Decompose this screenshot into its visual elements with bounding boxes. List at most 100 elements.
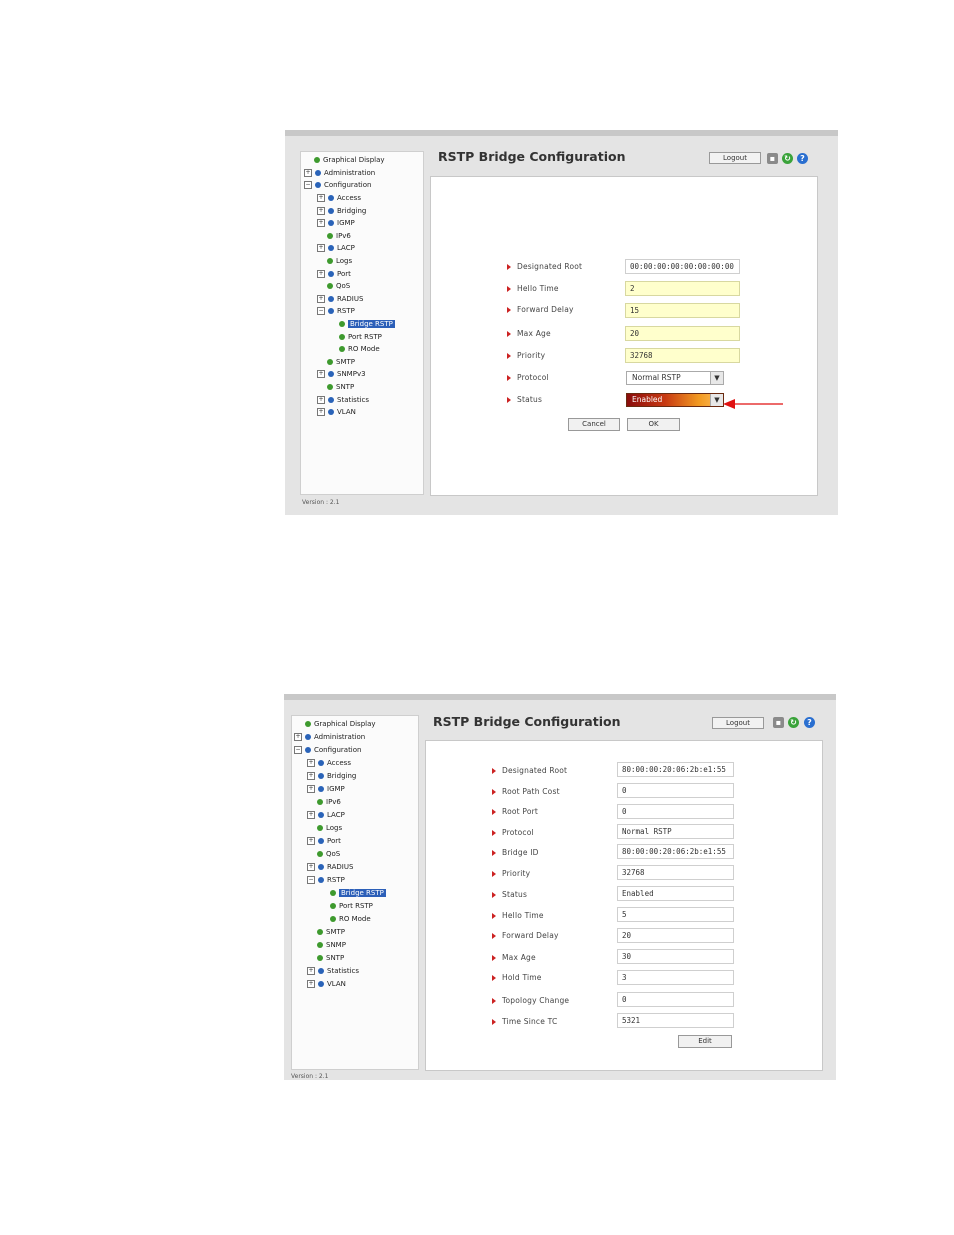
tree-item-vlan[interactable]: + VLAN (307, 978, 346, 990)
info-row-label: Forward Delay (492, 931, 559, 940)
expand-plus-icon[interactable]: + (307, 811, 315, 819)
bullet-icon (315, 170, 321, 176)
tree-item-bridging[interactable]: + Bridging (307, 770, 356, 782)
tree-item-sntp[interactable]: SNTP (327, 381, 354, 393)
collapse-minus-icon[interactable]: − (317, 307, 325, 315)
expand-plus-icon[interactable]: + (307, 863, 315, 871)
tree-item-sntp[interactable]: SNTP (317, 952, 344, 964)
tree-item-smtp[interactable]: SMTP (317, 926, 345, 938)
status-label: Status (507, 395, 542, 404)
collapse-minus-icon[interactable]: − (307, 876, 315, 884)
tree-item-radius[interactable]: + RADIUS (307, 861, 353, 873)
expand-plus-icon[interactable]: + (304, 169, 312, 177)
tree-item-smtp[interactable]: SMTP (327, 356, 355, 368)
tree-item-port[interactable]: + Port (317, 268, 351, 280)
tree-item-ro-mode[interactable]: RO Mode (339, 343, 380, 355)
tree-item-ro-mode[interactable]: RO Mode (330, 913, 371, 925)
bullet-arrow-icon (507, 353, 511, 359)
expand-plus-icon[interactable]: + (317, 370, 325, 378)
tree-item-bridge-rstp[interactable]: Bridge RSTP (330, 887, 386, 899)
page-title: RSTP Bridge Configuration (433, 714, 621, 729)
bullet-icon (327, 233, 333, 239)
expand-plus-icon[interactable]: + (317, 396, 325, 404)
chevron-down-icon[interactable]: ▼ (710, 394, 723, 406)
bullet-arrow-icon (492, 975, 496, 981)
expand-plus-icon[interactable]: + (307, 837, 315, 845)
bullet-arrow-icon (507, 286, 511, 292)
bullet-icon (328, 271, 334, 277)
logout-button[interactable]: Logout (712, 717, 764, 729)
expand-plus-icon[interactable]: + (317, 295, 325, 303)
expand-plus-icon[interactable]: + (317, 244, 325, 252)
protocol-select[interactable]: Normal RSTP ▼ (626, 371, 724, 385)
tree-item-igmp[interactable]: + IGMP (317, 217, 355, 229)
tree-item-snmp[interactable]: SNMP (317, 939, 346, 951)
tree-item-statistics[interactable]: + Statistics (307, 965, 359, 977)
tree-item-graphical-display[interactable]: Graphical Display (305, 718, 376, 730)
priority-input[interactable]: 32768 (625, 348, 740, 363)
collapse-minus-icon[interactable]: − (294, 746, 302, 754)
expand-plus-icon[interactable]: + (307, 980, 315, 988)
tree-item-configuration[interactable]: − Configuration (294, 744, 361, 756)
bullet-icon (328, 397, 334, 403)
tree-item-bridging[interactable]: + Bridging (317, 205, 366, 217)
expand-plus-icon[interactable]: + (307, 759, 315, 767)
chevron-down-icon[interactable]: ▼ (710, 372, 723, 384)
bullet-icon (318, 968, 324, 974)
max-age-input[interactable]: 20 (625, 326, 740, 341)
bullet-icon (318, 786, 324, 792)
hello-time-input[interactable]: 2 (625, 281, 740, 296)
tree-item-port-rstp[interactable]: Port RSTP (339, 331, 382, 343)
tree-item-ipv6[interactable]: IPv6 (317, 796, 341, 808)
tree-item-graphical-display[interactable]: Graphical Display (314, 154, 385, 166)
tree-item-access[interactable]: + Access (317, 192, 361, 204)
bullet-icon (317, 799, 323, 805)
tree-item-administration[interactable]: + Administration (294, 731, 365, 743)
tree-item-administration[interactable]: + Administration (304, 167, 375, 179)
expand-plus-icon[interactable]: + (294, 733, 302, 741)
tree-item-bridge-rstp[interactable]: Bridge RSTP (339, 318, 395, 330)
tree-item-ipv6[interactable]: IPv6 (327, 230, 351, 242)
tree-item-logs[interactable]: Logs (327, 255, 352, 267)
collapse-minus-icon[interactable]: − (304, 181, 312, 189)
tree-item-port-rstp[interactable]: Port RSTP (330, 900, 373, 912)
tree-item-statistics[interactable]: + Statistics (317, 394, 369, 406)
help-icon[interactable]: ? (797, 153, 808, 164)
save-icon[interactable]: ▪ (773, 717, 784, 728)
refresh-icon[interactable]: ↻ (788, 717, 799, 728)
save-icon[interactable]: ▪ (767, 153, 778, 164)
forward-delay-input[interactable]: 15 (625, 303, 740, 318)
edit-button[interactable]: Edit (678, 1035, 732, 1048)
tree-item-rstp[interactable]: − RSTP (317, 305, 355, 317)
expand-plus-icon[interactable]: + (307, 967, 315, 975)
tree-item-configuration[interactable]: − Configuration (304, 179, 371, 191)
info-row-label: Root Port (492, 807, 538, 816)
page-title: RSTP Bridge Configuration (438, 149, 626, 164)
logout-button[interactable]: Logout (709, 152, 761, 164)
status-select[interactable]: Enabled ▼ (626, 393, 724, 407)
tree-item-qos[interactable]: QoS (327, 280, 350, 292)
tree-item-snmpv3[interactable]: + SNMPv3 (317, 368, 366, 380)
tree-item-radius[interactable]: + RADIUS (317, 293, 363, 305)
ok-button[interactable]: OK (627, 418, 680, 431)
expand-plus-icon[interactable]: + (317, 270, 325, 278)
cancel-button[interactable]: Cancel (568, 418, 620, 431)
expand-plus-icon[interactable]: + (317, 194, 325, 202)
expand-plus-icon[interactable]: + (307, 772, 315, 780)
tree-item-vlan[interactable]: + VLAN (317, 406, 356, 418)
expand-plus-icon[interactable]: + (317, 207, 325, 215)
bullet-arrow-icon (507, 264, 511, 270)
tree-item-port[interactable]: + Port (307, 835, 341, 847)
tree-item-qos[interactable]: QoS (317, 848, 340, 860)
tree-item-lacp[interactable]: + LACP (307, 809, 345, 821)
expand-plus-icon[interactable]: + (317, 219, 325, 227)
tree-item-igmp[interactable]: + IGMP (307, 783, 345, 795)
expand-plus-icon[interactable]: + (317, 408, 325, 416)
help-icon[interactable]: ? (804, 717, 815, 728)
expand-plus-icon[interactable]: + (307, 785, 315, 793)
refresh-icon[interactable]: ↻ (782, 153, 793, 164)
tree-item-access[interactable]: + Access (307, 757, 351, 769)
tree-item-rstp[interactable]: − RSTP (307, 874, 345, 886)
tree-item-logs[interactable]: Logs (317, 822, 342, 834)
tree-item-lacp[interactable]: + LACP (317, 242, 355, 254)
